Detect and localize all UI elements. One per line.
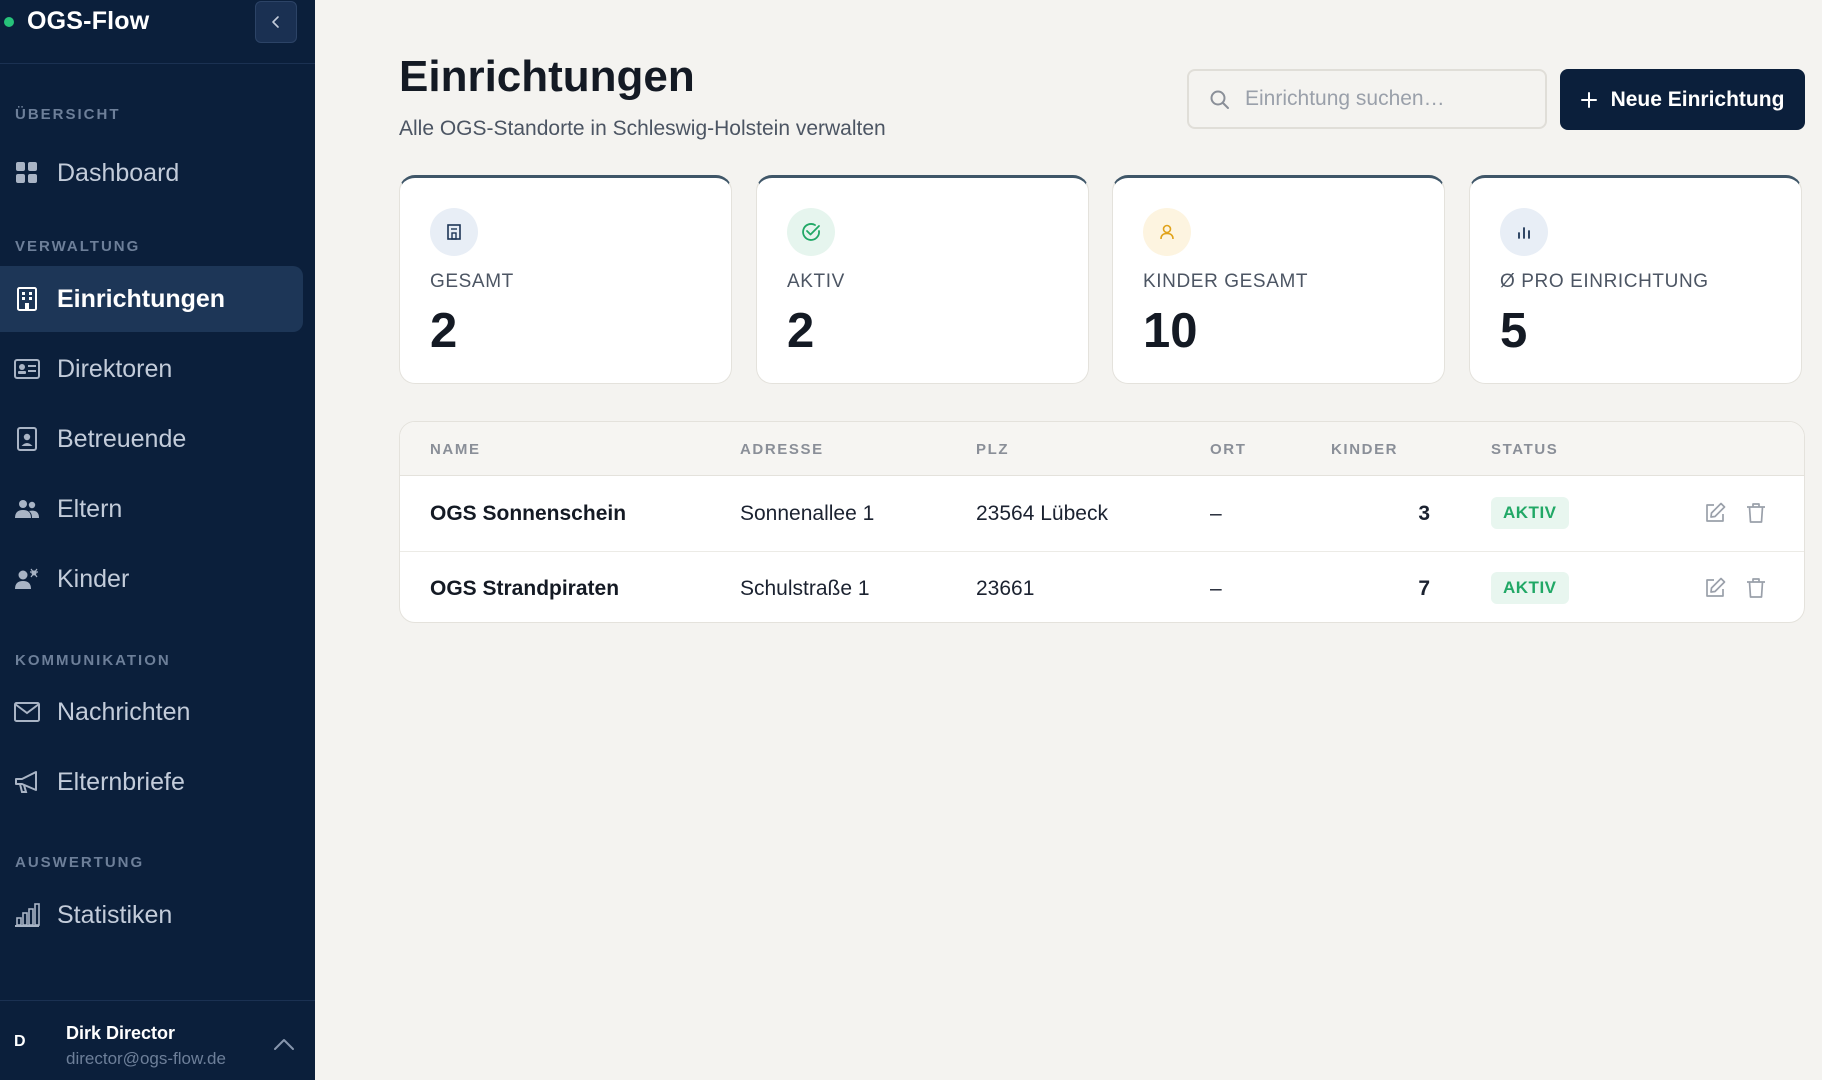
sidebar-item-label: Betreuende xyxy=(57,424,187,453)
page-title: Einrichtungen xyxy=(399,52,695,101)
brand-row: OGS-Flow xyxy=(0,0,315,64)
user-menu[interactable]: D Dirk Director director@ogs-flow.de xyxy=(0,1000,315,1080)
sidebar-item-label: Dashboard xyxy=(57,158,180,187)
sidebar-item-label: Kinder xyxy=(57,564,130,593)
chevron-left-icon xyxy=(272,16,279,28)
facility-name: OGS Strandpiraten xyxy=(430,577,620,600)
stat-label: AKTIV xyxy=(787,271,845,292)
plus-icon xyxy=(1580,91,1597,108)
search-input[interactable] xyxy=(1245,71,1535,127)
building-icon xyxy=(430,208,478,256)
facility-plz: 23564 Lübeck xyxy=(976,502,1108,525)
facility-kinder: 3 xyxy=(1418,502,1430,525)
search-icon xyxy=(1210,90,1229,109)
user-email: director@ogs-flow.de xyxy=(66,1049,226,1068)
edit-icon[interactable] xyxy=(1703,501,1727,525)
section-label-kommunikation: KOMMUNIKATION xyxy=(15,652,171,669)
check-circle-icon xyxy=(787,208,835,256)
facilities-table: NAME ADRESSE PLZ ORT KINDER STATUS OGS S… xyxy=(399,421,1805,623)
page-subtitle: Alle OGS-Standorte in Schleswig-Holstein… xyxy=(399,117,886,140)
stat-label: KINDER GESAMT xyxy=(1143,271,1309,292)
section-label-auswertung: AUSWERTUNG xyxy=(15,854,145,871)
badge-icon xyxy=(14,426,40,452)
sidebar-item-dashboard[interactable]: Dashboard xyxy=(0,140,303,206)
sidebar-item-label: Elternbriefe xyxy=(57,767,185,796)
grid-icon xyxy=(14,160,40,186)
stat-value: 5 xyxy=(1500,304,1528,358)
app-name: OGS-Flow xyxy=(27,7,150,35)
stat-value: 2 xyxy=(430,304,458,358)
person-icon xyxy=(1143,208,1191,256)
bar-chart-icon xyxy=(14,902,40,928)
stat-card-pro-einrichtung: Ø PRO EINRICHTUNG 5 xyxy=(1469,175,1802,384)
trash-icon[interactable] xyxy=(1744,576,1768,600)
sidebar-item-nachrichten[interactable]: Nachrichten xyxy=(0,679,303,745)
chevron-up-icon[interactable] xyxy=(273,1037,295,1051)
facility-address: Schulstraße 1 xyxy=(740,577,870,600)
sidebar-item-eltern[interactable]: Eltern xyxy=(0,476,303,542)
sidebar-item-elternbriefe[interactable]: Elternbriefe xyxy=(0,749,303,815)
section-label-verwaltung: VERWALTUNG xyxy=(15,238,141,255)
megaphone-icon xyxy=(14,769,40,795)
building-icon xyxy=(14,286,40,312)
stat-card-kinder-gesamt: KINDER GESAMT 10 xyxy=(1112,175,1445,384)
trash-icon[interactable] xyxy=(1744,501,1768,525)
sidebar-item-betreuende[interactable]: Betreuende xyxy=(0,406,303,472)
stat-label: Ø PRO EINRICHTUNG xyxy=(1500,271,1709,292)
table-row[interactable]: OGS Strandpiraten Schulstraße 1 23661 – … xyxy=(400,551,1804,622)
collapse-sidebar-button[interactable] xyxy=(255,1,297,43)
user-name: Dirk Director xyxy=(66,1023,176,1043)
sidebar-item-label: Eltern xyxy=(57,494,123,523)
table-header: NAME ADRESSE PLZ ORT KINDER STATUS xyxy=(400,422,1804,476)
column-header-kinder[interactable]: KINDER xyxy=(1331,441,1398,458)
sidebar-item-label: Einrichtungen xyxy=(57,284,226,313)
column-header-status[interactable]: STATUS xyxy=(1491,441,1558,458)
sidebar-item-einrichtungen[interactable]: Einrichtungen xyxy=(0,266,303,332)
sidebar-item-kinder[interactable]: Kinder xyxy=(0,546,303,612)
status-badge: AKTIV xyxy=(1491,572,1569,604)
facility-plz: 23661 xyxy=(976,577,1035,600)
facility-address: Sonnenallee 1 xyxy=(740,502,875,525)
new-facility-label: Neue Einrichtung xyxy=(1610,87,1785,111)
stat-card-aktiv: AKTIV 2 xyxy=(756,175,1089,384)
stat-value: 2 xyxy=(787,304,815,358)
sidebar-item-label: Direktoren xyxy=(57,354,173,383)
new-facility-button[interactable]: Neue Einrichtung xyxy=(1560,69,1805,130)
sidebar-item-statistiken[interactable]: Statistiken xyxy=(0,882,303,948)
bar-chart-icon xyxy=(1500,208,1548,256)
users-icon xyxy=(14,496,40,522)
stat-value: 10 xyxy=(1143,304,1198,358)
table-row[interactable]: OGS Sonnenschein Sonnenallee 1 23564 Lüb… xyxy=(400,477,1804,551)
status-dot xyxy=(4,17,14,27)
facility-ort: – xyxy=(1210,502,1222,525)
section-label-uebersicht: ÜBERSICHT xyxy=(15,106,121,123)
edit-icon[interactable] xyxy=(1703,576,1727,600)
facility-ort: – xyxy=(1210,577,1222,600)
column-header-adresse[interactable]: ADRESSE xyxy=(740,441,824,458)
avatar: D xyxy=(14,1033,26,1050)
mail-icon xyxy=(14,699,40,725)
column-header-plz[interactable]: PLZ xyxy=(976,441,1009,458)
facility-kinder: 7 xyxy=(1418,577,1430,600)
sidebar-item-label: Nachrichten xyxy=(57,697,191,726)
status-badge: AKTIV xyxy=(1491,497,1569,529)
column-header-name[interactable]: NAME xyxy=(430,441,481,458)
facility-name: OGS Sonnenschein xyxy=(430,502,627,525)
sidebar: OGS-Flow ÜBERSICHT Dashboard VERWALTUNG … xyxy=(0,0,315,1080)
search-box[interactable] xyxy=(1187,69,1547,129)
sidebar-item-direktoren[interactable]: Direktoren xyxy=(0,336,303,402)
id-card-icon xyxy=(14,356,40,382)
child-icon xyxy=(14,566,40,592)
stat-card-gesamt: GESAMT 2 xyxy=(399,175,732,384)
sidebar-item-label: Statistiken xyxy=(57,900,173,929)
stat-label: GESAMT xyxy=(430,271,514,292)
column-header-ort[interactable]: ORT xyxy=(1210,441,1246,458)
